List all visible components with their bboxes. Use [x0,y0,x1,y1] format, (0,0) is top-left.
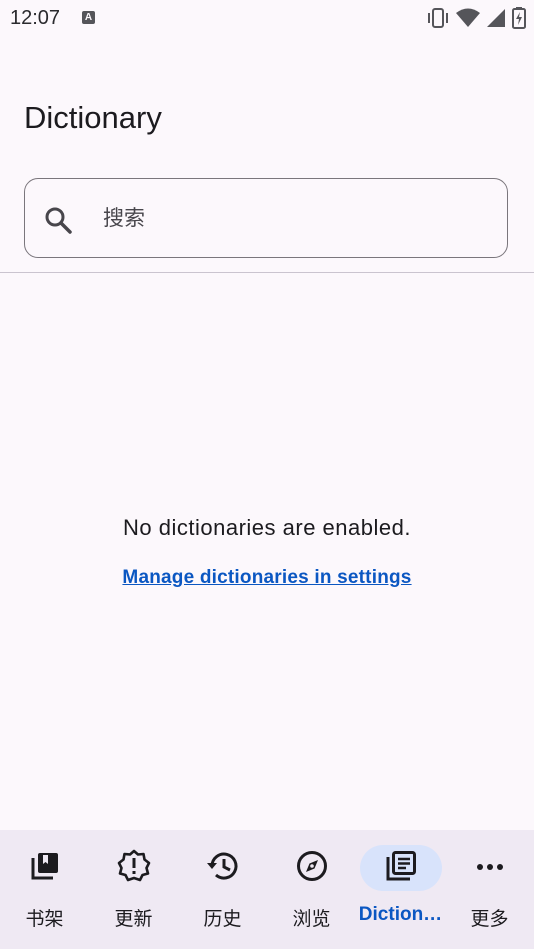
status-time: 12:07 [10,7,61,29]
search-input[interactable] [101,199,485,239]
nav-pill [4,845,86,891]
nav-label: 更新 [114,909,153,930]
nav-item-updates[interactable]: 更新 [89,830,178,949]
empty-state-message: No dictionaries are enabled. [123,515,411,540]
compass-icon [295,849,329,888]
dictionary-icon [384,849,418,888]
search-box[interactable] [24,178,508,258]
nav-pill [449,845,531,891]
nav-label: 浏览 [292,909,331,930]
nav-pill [359,845,442,891]
nav-item-dictionary[interactable]: Diction… [356,830,445,949]
nav-pill [93,845,175,891]
nav-item-history[interactable]: 历史 [178,830,267,949]
page-title: Dictionary [24,100,162,135]
history-icon [206,849,240,888]
nav-label: 更多 [470,909,509,930]
wifi-icon [456,8,480,28]
more-icon [475,859,505,877]
search-icon [43,205,73,240]
manage-dictionaries-link[interactable]: Manage dictionaries in settings [0,567,534,589]
bottom-navigation: 书架 更新 历史 浏览 Diction… 更多 [0,830,534,949]
updates-icon [117,849,151,888]
battery-icon [512,7,526,29]
nav-pill [182,845,264,891]
nav-label: 历史 [203,909,242,930]
nav-item-library[interactable]: 书架 [0,830,89,949]
status-icons [426,6,526,30]
library-icon [29,850,61,887]
vibrate-icon [426,7,450,29]
nav-label: Diction… [358,904,443,925]
nav-item-more[interactable]: 更多 [445,830,534,949]
nav-pill [271,845,353,891]
nav-label: 书架 [25,909,64,930]
nav-item-browse[interactable]: 浏览 [267,830,356,949]
status-bar: 12:07 A [0,0,534,36]
notification-icon: A [82,11,95,24]
signal-icon [486,8,506,28]
divider [0,272,534,273]
